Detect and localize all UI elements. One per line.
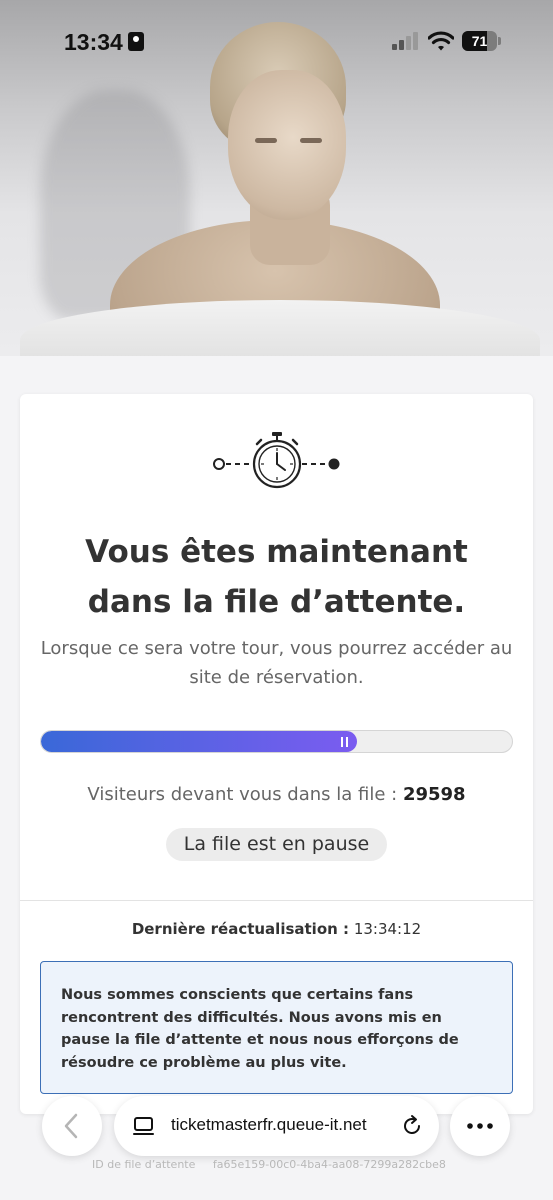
battery-cap: [498, 37, 501, 45]
signal-icon: [392, 32, 422, 50]
queue-progress-fill: [41, 731, 357, 752]
visitors-ahead: Visiteurs devant vous dans la file : 295…: [40, 784, 513, 805]
queue-id: ID de file d’attente fa65e159-00c0-4ba4-…: [92, 1158, 446, 1171]
wifi-icon: [428, 31, 454, 51]
more-button[interactable]: [450, 1096, 510, 1156]
pause-notice: Nous sommes conscients que certains fans…: [40, 961, 513, 1094]
queue-id-value: fa65e159-00c0-4ba4-aa08-7299a282cbe8: [212, 1158, 446, 1171]
status-time: 13:34: [64, 29, 123, 55]
status-bar: 13:34 71: [0, 0, 553, 80]
tab-overview-icon: [133, 1117, 154, 1135]
pause-icon: [340, 737, 349, 747]
queue-id-label: ID de file d’attente: [92, 1158, 196, 1171]
page-subtitle: Lorsque ce sera votre tour, vous pourrez…: [40, 638, 513, 688]
last-refresh-time: 13:34:12: [353, 920, 422, 938]
queue-card: Vous êtes maintenant dans la file d’atte…: [20, 394, 533, 1114]
page-title: Vous êtes maintenant dans la file d’atte…: [85, 534, 468, 620]
visitors-count: 29598: [402, 784, 466, 805]
stopwatch-icon: [213, 432, 340, 489]
last-refresh: Dernière réactualisation : 13:34:12: [40, 920, 513, 938]
reload-icon[interactable]: [400, 1114, 424, 1138]
battery-icon: 71: [462, 31, 497, 51]
queue-progress-bar: [40, 730, 513, 753]
chevron-left-icon: [64, 1113, 78, 1139]
hero-face: [228, 70, 346, 220]
browser-toolbar: ticketmasterfr.queue-it.net: [0, 1096, 553, 1166]
more-icon: [467, 1123, 493, 1129]
battery-level: 71: [471, 33, 488, 49]
visitors-label: Visiteurs devant vous dans la file :: [87, 784, 398, 805]
divider: [20, 900, 533, 901]
address-bar[interactable]: ticketmasterfr.queue-it.net: [114, 1096, 439, 1156]
url-text: ticketmasterfr.queue-it.net: [171, 1115, 367, 1134]
queue-paused-badge: La file est en pause: [166, 828, 387, 861]
hero-eye: [255, 138, 277, 143]
focus-icon: [128, 32, 144, 51]
back-button[interactable]: [42, 1096, 102, 1156]
last-refresh-label: Dernière réactualisation :: [131, 920, 350, 938]
hero-eye: [300, 138, 322, 143]
